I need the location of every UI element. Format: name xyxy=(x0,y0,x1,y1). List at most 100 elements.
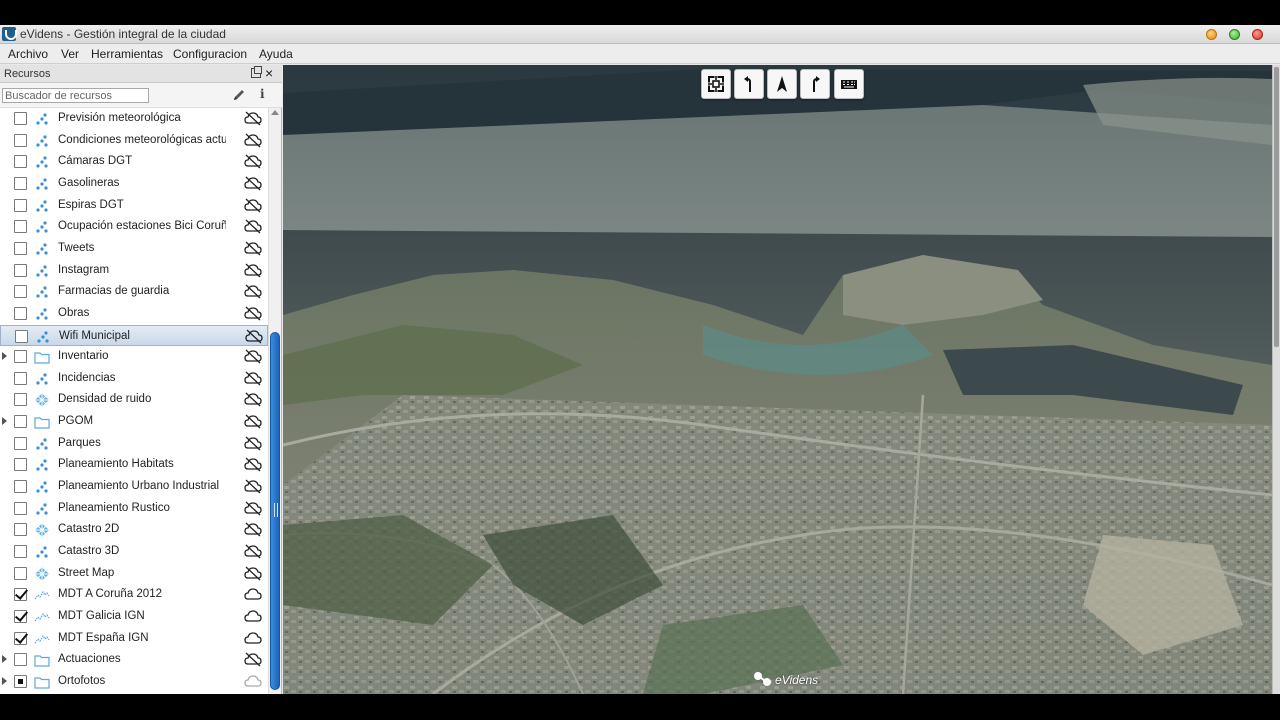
menu-ver[interactable]: Ver xyxy=(61,47,79,61)
cloud-icon[interactable] xyxy=(244,609,262,624)
resource-checkbox[interactable] xyxy=(14,220,27,233)
cloud-off-icon[interactable] xyxy=(244,241,262,256)
resource-checkbox[interactable] xyxy=(14,545,27,558)
expand-arrow-icon[interactable] xyxy=(2,417,7,425)
resource-checkbox[interactable] xyxy=(14,458,27,471)
menu-archivo[interactable]: Archivo xyxy=(8,47,48,61)
resource-row[interactable]: Actuaciones xyxy=(0,649,268,670)
resource-row[interactable]: Farmacias de guardia xyxy=(0,281,268,302)
resource-list-scrollbar[interactable] xyxy=(268,108,281,694)
resource-checkbox[interactable] xyxy=(14,480,27,493)
cloud-off-icon[interactable] xyxy=(244,263,262,278)
cloud-off-icon[interactable] xyxy=(244,652,262,667)
cloud-off-icon[interactable] xyxy=(244,414,262,429)
cloud-off-icon[interactable] xyxy=(244,133,262,148)
resource-checkbox[interactable] xyxy=(14,285,27,298)
resource-row[interactable]: PGOM xyxy=(0,411,268,432)
menu-ayuda[interactable]: Ayuda xyxy=(259,47,293,61)
resource-row[interactable]: Condiciones meteorológicas actu xyxy=(0,130,268,151)
resource-row[interactable]: MDT España IGN xyxy=(0,628,268,649)
cloud-off-icon[interactable] xyxy=(244,349,262,364)
resource-row[interactable]: Incidencias xyxy=(0,368,268,389)
resource-checkbox[interactable] xyxy=(14,177,27,190)
cloud-off-icon[interactable] xyxy=(244,501,262,516)
rotate-right-button[interactable] xyxy=(800,69,830,99)
resource-row[interactable]: MDT Galicia IGN xyxy=(0,606,268,627)
resource-checkbox[interactable] xyxy=(14,307,27,320)
resource-row[interactable]: Planeamiento Habitats xyxy=(0,454,268,475)
resource-row[interactable]: Densidad de ruido xyxy=(0,389,268,410)
center-view-button[interactable] xyxy=(701,69,731,99)
resource-checkbox[interactable] xyxy=(14,675,27,688)
cloud-off-icon[interactable] xyxy=(244,436,262,451)
close-panel-icon[interactable]: × xyxy=(265,65,273,81)
resource-checkbox[interactable] xyxy=(14,588,27,601)
rotate-left-button[interactable] xyxy=(734,69,764,99)
resource-checkbox[interactable] xyxy=(14,415,27,428)
resource-checkbox[interactable] xyxy=(14,437,27,450)
resource-row[interactable]: Ortofotos xyxy=(0,671,268,692)
resource-row[interactable]: Obras xyxy=(0,303,268,324)
resource-row[interactable]: Parques xyxy=(0,433,268,454)
cloud-off-icon[interactable] xyxy=(244,566,262,581)
cloud-off-icon[interactable] xyxy=(244,457,262,472)
resource-checkbox[interactable] xyxy=(14,112,27,125)
resource-checkbox[interactable] xyxy=(14,653,27,666)
resource-row[interactable]: Previsión meteorológica xyxy=(0,108,268,129)
resource-checkbox[interactable] xyxy=(14,567,27,580)
keyboard-button[interactable] xyxy=(834,69,864,99)
resource-checkbox[interactable] xyxy=(14,199,27,212)
expand-arrow-icon[interactable] xyxy=(2,655,7,663)
resource-row[interactable]: Inventario xyxy=(0,346,268,367)
resource-checkbox[interactable] xyxy=(14,632,27,645)
cloud-off-icon[interactable] xyxy=(244,392,262,407)
resource-row[interactable]: Ocupación estaciones Bici Coruñ xyxy=(0,216,268,237)
expand-arrow-icon[interactable] xyxy=(2,677,7,685)
expand-arrow-icon[interactable] xyxy=(2,352,7,360)
cloud-off-icon[interactable] xyxy=(244,544,262,559)
resource-checkbox[interactable] xyxy=(14,350,27,363)
cloud-off-icon[interactable] xyxy=(244,284,262,299)
resource-row[interactable]: Catastro 2D xyxy=(0,519,268,540)
cloud-icon[interactable] xyxy=(244,587,262,602)
cloud-off-icon[interactable] xyxy=(244,198,262,213)
cloud-light-icon[interactable] xyxy=(244,674,262,689)
resource-row[interactable]: Espiras DGT xyxy=(0,195,268,216)
cloud-off-icon[interactable] xyxy=(244,154,262,169)
resource-search-input[interactable] xyxy=(2,88,149,103)
cloud-off-icon[interactable] xyxy=(244,522,262,537)
map-scrollbar-thumb[interactable] xyxy=(1274,67,1279,347)
resource-row[interactable]: Wifi Municipal xyxy=(0,325,268,346)
resource-checkbox[interactable] xyxy=(14,523,27,536)
cloud-off-icon[interactable] xyxy=(245,329,263,344)
resource-checkbox[interactable] xyxy=(14,372,27,385)
scrollbar-thumb[interactable] xyxy=(270,332,280,690)
cloud-off-icon[interactable] xyxy=(244,111,262,126)
resource-checkbox[interactable] xyxy=(14,155,27,168)
cloud-off-icon[interactable] xyxy=(244,306,262,321)
resource-row[interactable]: Planeamiento Urbano Industrial xyxy=(0,476,268,497)
resource-checkbox[interactable] xyxy=(14,242,27,255)
map-3d-view[interactable]: eVidens xyxy=(283,65,1272,694)
cloud-off-icon[interactable] xyxy=(244,479,262,494)
resource-checkbox[interactable] xyxy=(14,264,27,277)
minimize-button[interactable] xyxy=(1206,29,1217,40)
resource-row[interactable]: Tweets xyxy=(0,238,268,259)
float-panel-icon[interactable] xyxy=(251,66,262,78)
cloud-icon[interactable] xyxy=(244,631,262,646)
resource-row[interactable]: MDT A Coruña 2012 xyxy=(0,584,268,605)
info-icon[interactable]: i xyxy=(260,87,265,101)
menu-configuracion[interactable]: Configuracion xyxy=(173,47,247,61)
cloud-off-icon[interactable] xyxy=(244,219,262,234)
resource-checkbox[interactable] xyxy=(15,330,28,343)
maximize-button[interactable] xyxy=(1229,29,1240,40)
resource-row[interactable]: Cámaras DGT xyxy=(0,151,268,172)
cloud-off-icon[interactable] xyxy=(244,176,262,191)
resource-row[interactable]: Planeamiento Rustico xyxy=(0,498,268,519)
north-arrow-button[interactable] xyxy=(767,69,797,99)
resource-checkbox[interactable] xyxy=(14,134,27,147)
edit-pencil-icon[interactable] xyxy=(232,88,246,102)
resource-checkbox[interactable] xyxy=(14,610,27,623)
cloud-off-icon[interactable] xyxy=(244,371,262,386)
resource-row[interactable]: Gasolineras xyxy=(0,173,268,194)
